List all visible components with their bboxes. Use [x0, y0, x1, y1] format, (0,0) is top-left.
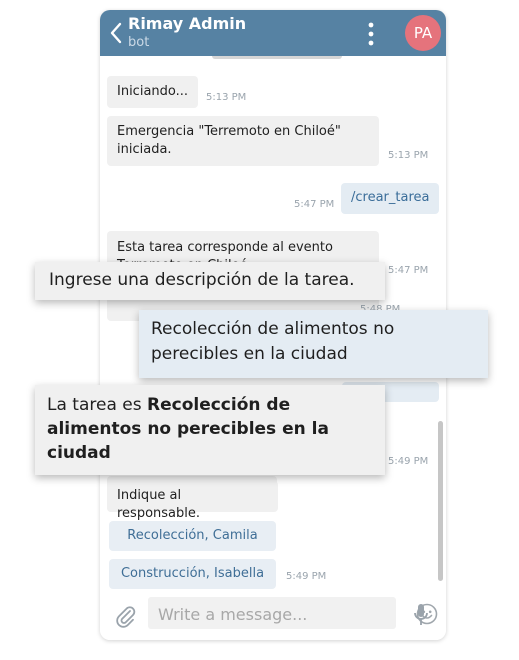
back-button[interactable]: [108, 22, 126, 44]
message-text: Emergencia "Terremoto en Chiloé" iniciad…: [117, 124, 341, 157]
message-bubble: Iniciando...: [107, 76, 198, 108]
prompt-text: Ingrese una descripción de la tarea.: [49, 270, 355, 290]
message-bubble-outgoing: /crear_tarea: [341, 183, 439, 214]
message-text: /crear_tarea: [351, 190, 430, 205]
task-confirmation: La tarea es Recolección de alimentos no …: [35, 385, 385, 475]
attach-button[interactable]: [114, 604, 136, 628]
back-arrow-icon: [110, 22, 122, 44]
message-composer: [100, 594, 446, 640]
message-time: 5:13 PM: [206, 92, 247, 103]
scrollbar[interactable]: [438, 421, 443, 581]
message-text: Indique al responsable.: [117, 488, 201, 521]
message-time: 5:49 PM: [286, 571, 327, 582]
message-text: Iniciando...: [117, 84, 189, 99]
voice-message-button[interactable]: [412, 602, 430, 628]
message-input[interactable]: [156, 597, 364, 631]
message-time: 5:49 PM: [388, 456, 429, 467]
chat-title: Rimay Admin: [128, 14, 247, 33]
reply-button-recoleccion[interactable]: Recolección, Camila: [109, 521, 276, 551]
previous-message-edge: [212, 56, 342, 59]
task-description-answer: Recolección de alimentos no perecibles e…: [139, 310, 488, 378]
more-vertical-icon: [368, 22, 374, 46]
task-description-prompt: Ingrese una descripción de la tarea.: [35, 262, 385, 300]
message-time: 5:47 PM: [388, 265, 429, 276]
message-time: 5:47 PM: [294, 199, 335, 210]
confirmation-prefix: La tarea es: [47, 395, 147, 415]
chat-subtitle: bot: [128, 35, 150, 50]
reply-button-construccion[interactable]: Construcción, Isabella: [109, 559, 276, 589]
message-bubble: Indique al responsable.: [107, 481, 278, 521]
avatar[interactable]: PA: [405, 15, 441, 51]
message-time: 5:13 PM: [388, 150, 429, 161]
message-bubble: Emergencia "Terremoto en Chiloé" iniciad…: [107, 116, 379, 166]
chat-header: Rimay Admin bot PA: [100, 10, 446, 56]
microphone-icon: [414, 604, 428, 625]
message-input-box[interactable]: [148, 597, 438, 631]
paperclip-icon: [116, 606, 136, 628]
answer-text: Recolección de alimentos no perecibles e…: [151, 319, 395, 364]
more-options-button[interactable]: [362, 20, 380, 48]
